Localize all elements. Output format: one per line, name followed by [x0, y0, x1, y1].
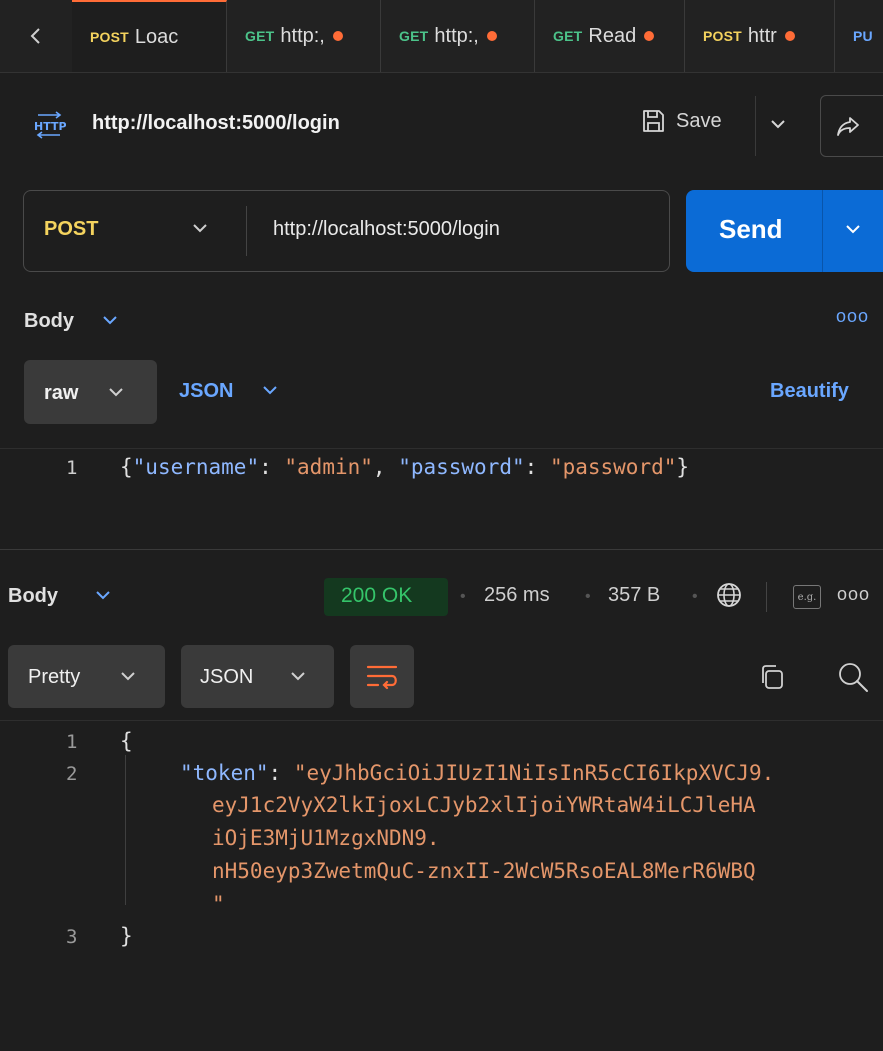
request-body-tab[interactable]: Body — [24, 310, 74, 333]
token-value-line[interactable]: nH50eyp3ZwetmQuC-znxII-2WcW5RsoEAL8MerR6… — [212, 859, 756, 883]
unsaved-dot-icon — [644, 31, 655, 41]
line-number: 3 — [66, 926, 78, 948]
share-button[interactable] — [820, 95, 883, 157]
token-value-line[interactable]: eyJ1c2VyX2lkIjoxLCJyb2xlIjoiYWRtaW4iLCJl… — [212, 793, 756, 817]
tab-put[interactable]: PU — [835, 0, 883, 72]
response-time[interactable]: 256 ms — [484, 584, 550, 607]
unsaved-dot-icon — [332, 31, 343, 41]
code-line[interactable]: "token": "eyJhbGciOiJIUzI1NiIsInR5cCI6Ik… — [180, 761, 774, 785]
code-brace: } — [120, 924, 133, 948]
chevron-down-icon — [290, 669, 306, 687]
unsaved-dot-icon — [784, 31, 795, 41]
response-body-tab[interactable]: Body — [8, 585, 58, 608]
more-options-icon[interactable]: ooo — [837, 584, 870, 605]
status-code: 200 OK — [341, 584, 413, 607]
response-view-label: Pretty — [28, 666, 81, 688]
response-body-dropdown[interactable] — [95, 588, 111, 606]
tab-scroll-left-button[interactable] — [0, 0, 73, 72]
tab-label: Loac — [134, 25, 179, 48]
save-button[interactable]: Save — [640, 108, 722, 134]
example-icon[interactable]: e.g. — [793, 585, 821, 609]
more-options-icon[interactable]: ooo — [836, 306, 869, 327]
chevron-left-icon — [30, 28, 40, 44]
code-line[interactable]: {"username": "admin", "password": "passw… — [120, 455, 689, 479]
divider — [755, 96, 756, 156]
chevron-down-icon — [103, 316, 117, 325]
method-dropdown[interactable] — [192, 221, 208, 239]
http-request-icon: HTTP — [32, 110, 67, 140]
tab-post-http[interactable]: POST httr — [685, 0, 835, 72]
tab-label: httr — [747, 24, 777, 47]
share-arrow-icon — [837, 117, 859, 136]
save-label: Save — [676, 109, 722, 132]
tab-label: http:, — [434, 24, 479, 47]
wrap-lines-button[interactable] — [350, 645, 414, 708]
tab-method: GET — [399, 28, 429, 44]
chevron-down-icon — [108, 385, 124, 403]
divider — [246, 206, 247, 256]
chevron-down-icon — [846, 225, 860, 234]
code-brace: { — [120, 729, 133, 753]
tab-method: POST — [703, 28, 742, 44]
divider — [766, 582, 767, 612]
line-number: 1 — [66, 457, 78, 479]
tab-get-2[interactable]: GET http:, — [381, 0, 535, 72]
chevron-down-icon — [120, 669, 136, 687]
chevron-down-icon — [96, 591, 110, 600]
indent-guide — [125, 755, 126, 905]
request-body-dropdown[interactable] — [102, 313, 118, 331]
tab-post-loac[interactable]: POST Loac — [72, 0, 227, 72]
tab-method: GET — [245, 28, 275, 44]
chevron-down-icon — [262, 383, 278, 401]
method-select[interactable]: POST — [44, 218, 98, 241]
response-format-label: JSON — [200, 666, 254, 688]
line-number: 1 — [66, 731, 78, 753]
send-options-button[interactable] — [845, 222, 861, 240]
body-mode-label: raw — [44, 382, 79, 404]
tab-label: http:, — [280, 24, 325, 47]
token-value-line[interactable]: " — [212, 892, 225, 916]
save-options-button[interactable] — [770, 114, 786, 135]
line-number: 2 — [66, 763, 78, 785]
token-value-line[interactable]: iOjE3MjU1MzgxNDN9. — [212, 826, 440, 850]
tab-get-1[interactable]: GET http:, — [227, 0, 381, 72]
chevron-down-icon — [193, 224, 207, 233]
wrap-lines-icon — [366, 665, 398, 690]
tab-method: PU — [853, 28, 873, 44]
body-format-select[interactable]: JSON — [179, 380, 233, 403]
tab-get-read[interactable]: GET Read — [535, 0, 685, 72]
save-icon — [643, 110, 664, 132]
request-title[interactable]: http://localhost:5000/login — [92, 112, 340, 135]
tab-method: POST — [90, 29, 129, 45]
divider — [822, 190, 823, 272]
copy-icon[interactable] — [758, 662, 786, 697]
tab-label: Read — [588, 24, 637, 47]
separator-dot: • — [585, 588, 591, 605]
beautify-button[interactable]: Beautify — [770, 380, 849, 403]
separator-dot: • — [692, 588, 698, 605]
url-input[interactable]: http://localhost:5000/login — [273, 218, 500, 241]
tab-method: GET — [553, 28, 583, 44]
response-size[interactable]: 357 B — [608, 584, 660, 607]
unsaved-dot-icon — [486, 31, 497, 41]
send-label[interactable]: Send — [719, 214, 783, 245]
svg-text:HTTP: HTTP — [34, 120, 66, 133]
globe-icon[interactable] — [714, 580, 744, 615]
search-icon[interactable] — [836, 660, 870, 699]
separator-dot: • — [460, 588, 466, 605]
chevron-down-icon — [771, 120, 785, 129]
